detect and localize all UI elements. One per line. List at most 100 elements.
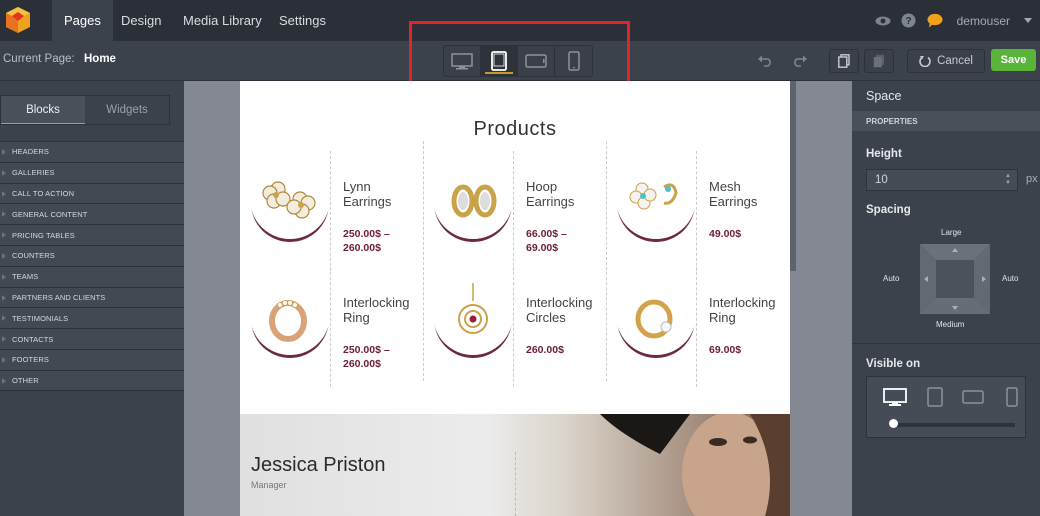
block-category-other[interactable]: OTHER xyxy=(0,369,184,391)
device-switcher xyxy=(443,45,593,77)
block-list: HEADERS GALLERIES CALL TO ACTION GENERAL… xyxy=(0,141,184,391)
top-actions: ? demouser xyxy=(875,0,1040,41)
desktop-icon[interactable] xyxy=(883,387,907,407)
undo-icon xyxy=(758,55,771,67)
undo-button[interactable] xyxy=(750,49,780,73)
block-category-partners-and-clients[interactable]: PARTNERS AND CLIENTS xyxy=(0,286,184,308)
product-image xyxy=(433,159,513,239)
product-name[interactable]: Interlocking Circles xyxy=(526,295,606,325)
tablet-view-button[interactable] xyxy=(481,46,518,76)
product-name[interactable]: Hoop Earrings xyxy=(526,179,606,209)
block-category-testimonials[interactable]: TESTIMONIALS xyxy=(0,307,184,329)
product-card[interactable]: Interlocking Ring 250.00$ –260.00$ xyxy=(240,267,415,387)
product-card[interactable]: Interlocking Ring 69.00$ xyxy=(606,267,781,387)
spacing-right-label[interactable]: Auto xyxy=(1002,274,1018,283)
block-category-general-content[interactable]: GENERAL CONTENT xyxy=(0,203,184,225)
product-card[interactable]: Interlocking Circles 260.00$ xyxy=(423,267,598,387)
tablet-landscape-icon[interactable] xyxy=(961,387,985,407)
duplicate-button[interactable] xyxy=(829,49,859,73)
eye-icon[interactable] xyxy=(875,13,891,29)
desktop-view-button[interactable] xyxy=(444,46,481,76)
copy-icon xyxy=(838,54,850,68)
height-value: 10 xyxy=(875,174,888,186)
portrait-image xyxy=(600,414,790,516)
visibility-slider-track[interactable] xyxy=(891,423,1015,427)
tablet-icon xyxy=(491,51,507,71)
product-price: 49.00$ xyxy=(709,228,742,240)
visibility-slider-handle[interactable] xyxy=(889,419,898,428)
team-member-role: Manager xyxy=(251,480,287,490)
mobile-view-button[interactable] xyxy=(555,46,592,76)
block-category-teams[interactable]: TEAMS xyxy=(0,265,184,287)
product-name[interactable]: Interlocking Ring xyxy=(343,295,423,325)
nav-design[interactable]: Design xyxy=(109,0,173,41)
panel-title: Space xyxy=(866,89,902,103)
height-input[interactable]: 10 ▲ ▼ xyxy=(866,169,1018,191)
properties-section-header[interactable]: PROPERTIES xyxy=(852,111,1040,131)
product-divider xyxy=(330,151,331,271)
block-category-contacts[interactable]: CONTACTS xyxy=(0,328,184,349)
cancel-button[interactable]: Cancel xyxy=(907,49,985,73)
product-card[interactable]: Hoop Earrings 66.00$ –69.00$ xyxy=(423,151,598,271)
delete-button[interactable] xyxy=(864,49,894,73)
spacing-control[interactable] xyxy=(920,244,990,314)
spacing-label: Spacing xyxy=(866,204,911,216)
left-sidebar: Blocks Widgets HEADERS GALLERIES CALL TO… xyxy=(0,81,184,516)
visible-on-label: Visible on xyxy=(866,358,921,370)
spacing-bottom-label[interactable]: Medium xyxy=(936,320,964,329)
cancel-label: Cancel xyxy=(937,55,973,67)
redo-button[interactable] xyxy=(785,49,815,73)
product-divider xyxy=(696,267,697,387)
height-label: Height xyxy=(866,148,902,160)
save-button[interactable]: Save xyxy=(991,49,1036,71)
help-icon[interactable]: ? xyxy=(901,13,917,29)
product-card[interactable]: Lynn Earrings 250.00$ –260.00$ xyxy=(240,151,415,271)
height-unit: px xyxy=(1026,173,1038,185)
delete-icon xyxy=(873,54,884,68)
product-price: 250.00$ –260.00$ xyxy=(343,228,390,254)
product-name[interactable]: Interlocking Ring xyxy=(709,295,789,325)
product-price: 66.00$ –69.00$ xyxy=(526,228,567,254)
nav-settings[interactable]: Settings xyxy=(267,0,338,41)
product-image xyxy=(250,159,330,239)
block-category-call-to-action[interactable]: CALL TO ACTION xyxy=(0,182,184,204)
redo-icon xyxy=(794,55,807,67)
visibility-control xyxy=(866,376,1026,438)
block-category-footers[interactable]: FOOTERS xyxy=(0,348,184,370)
user-menu[interactable]: demouser xyxy=(957,14,1010,28)
product-image xyxy=(616,275,696,355)
product-divider xyxy=(330,267,331,387)
height-stepper[interactable]: ▲ ▼ xyxy=(1005,173,1011,187)
product-card[interactable]: Mesh Earrings 49.00$ xyxy=(606,151,781,271)
block-category-counters[interactable]: COUNTERS xyxy=(0,244,184,266)
block-category-headers[interactable]: HEADERS xyxy=(0,141,184,162)
canvas-scrollbar[interactable] xyxy=(790,81,796,271)
block-category-pricing-tables[interactable]: PRICING TABLES xyxy=(0,224,184,245)
product-divider xyxy=(696,151,697,271)
tablet-icon[interactable] xyxy=(923,387,947,407)
chat-icon[interactable] xyxy=(927,13,943,29)
tab-blocks[interactable]: Blocks xyxy=(1,96,85,124)
current-page-label: Current Page: xyxy=(3,53,75,65)
chevron-down-icon[interactable] xyxy=(1024,18,1032,23)
nav-media-library[interactable]: Media Library xyxy=(171,0,274,41)
separator xyxy=(852,343,1040,344)
tab-widgets[interactable]: Widgets xyxy=(85,96,169,124)
properties-panel: Space PROPERTIES Height 10 ▲ ▼ px Spacing… xyxy=(852,81,1040,516)
spacing-left-label[interactable]: Auto xyxy=(883,274,899,283)
team-member-name: Jessica Priston xyxy=(251,454,386,476)
team-hero-section[interactable]: Jessica Priston Manager xyxy=(240,414,790,516)
hero-divider xyxy=(515,452,516,516)
product-name[interactable]: Mesh Earrings xyxy=(709,179,789,209)
nav-pages[interactable]: Pages xyxy=(52,0,113,41)
mobile-icon[interactable] xyxy=(1000,387,1024,407)
product-name[interactable]: Lynn Earrings xyxy=(343,179,423,209)
page-preview: Products Lynn Earrings 250.00$ –260.00$ H… xyxy=(240,81,790,516)
block-category-galleries[interactable]: GALLERIES xyxy=(0,161,184,183)
svg-text:?: ? xyxy=(906,16,912,27)
current-page-value[interactable]: Home xyxy=(84,53,116,65)
product-image xyxy=(250,275,330,355)
tablet-landscape-view-button[interactable] xyxy=(518,46,555,76)
spacing-top-label[interactable]: Large xyxy=(941,228,961,237)
logo-icon[interactable] xyxy=(4,6,32,34)
